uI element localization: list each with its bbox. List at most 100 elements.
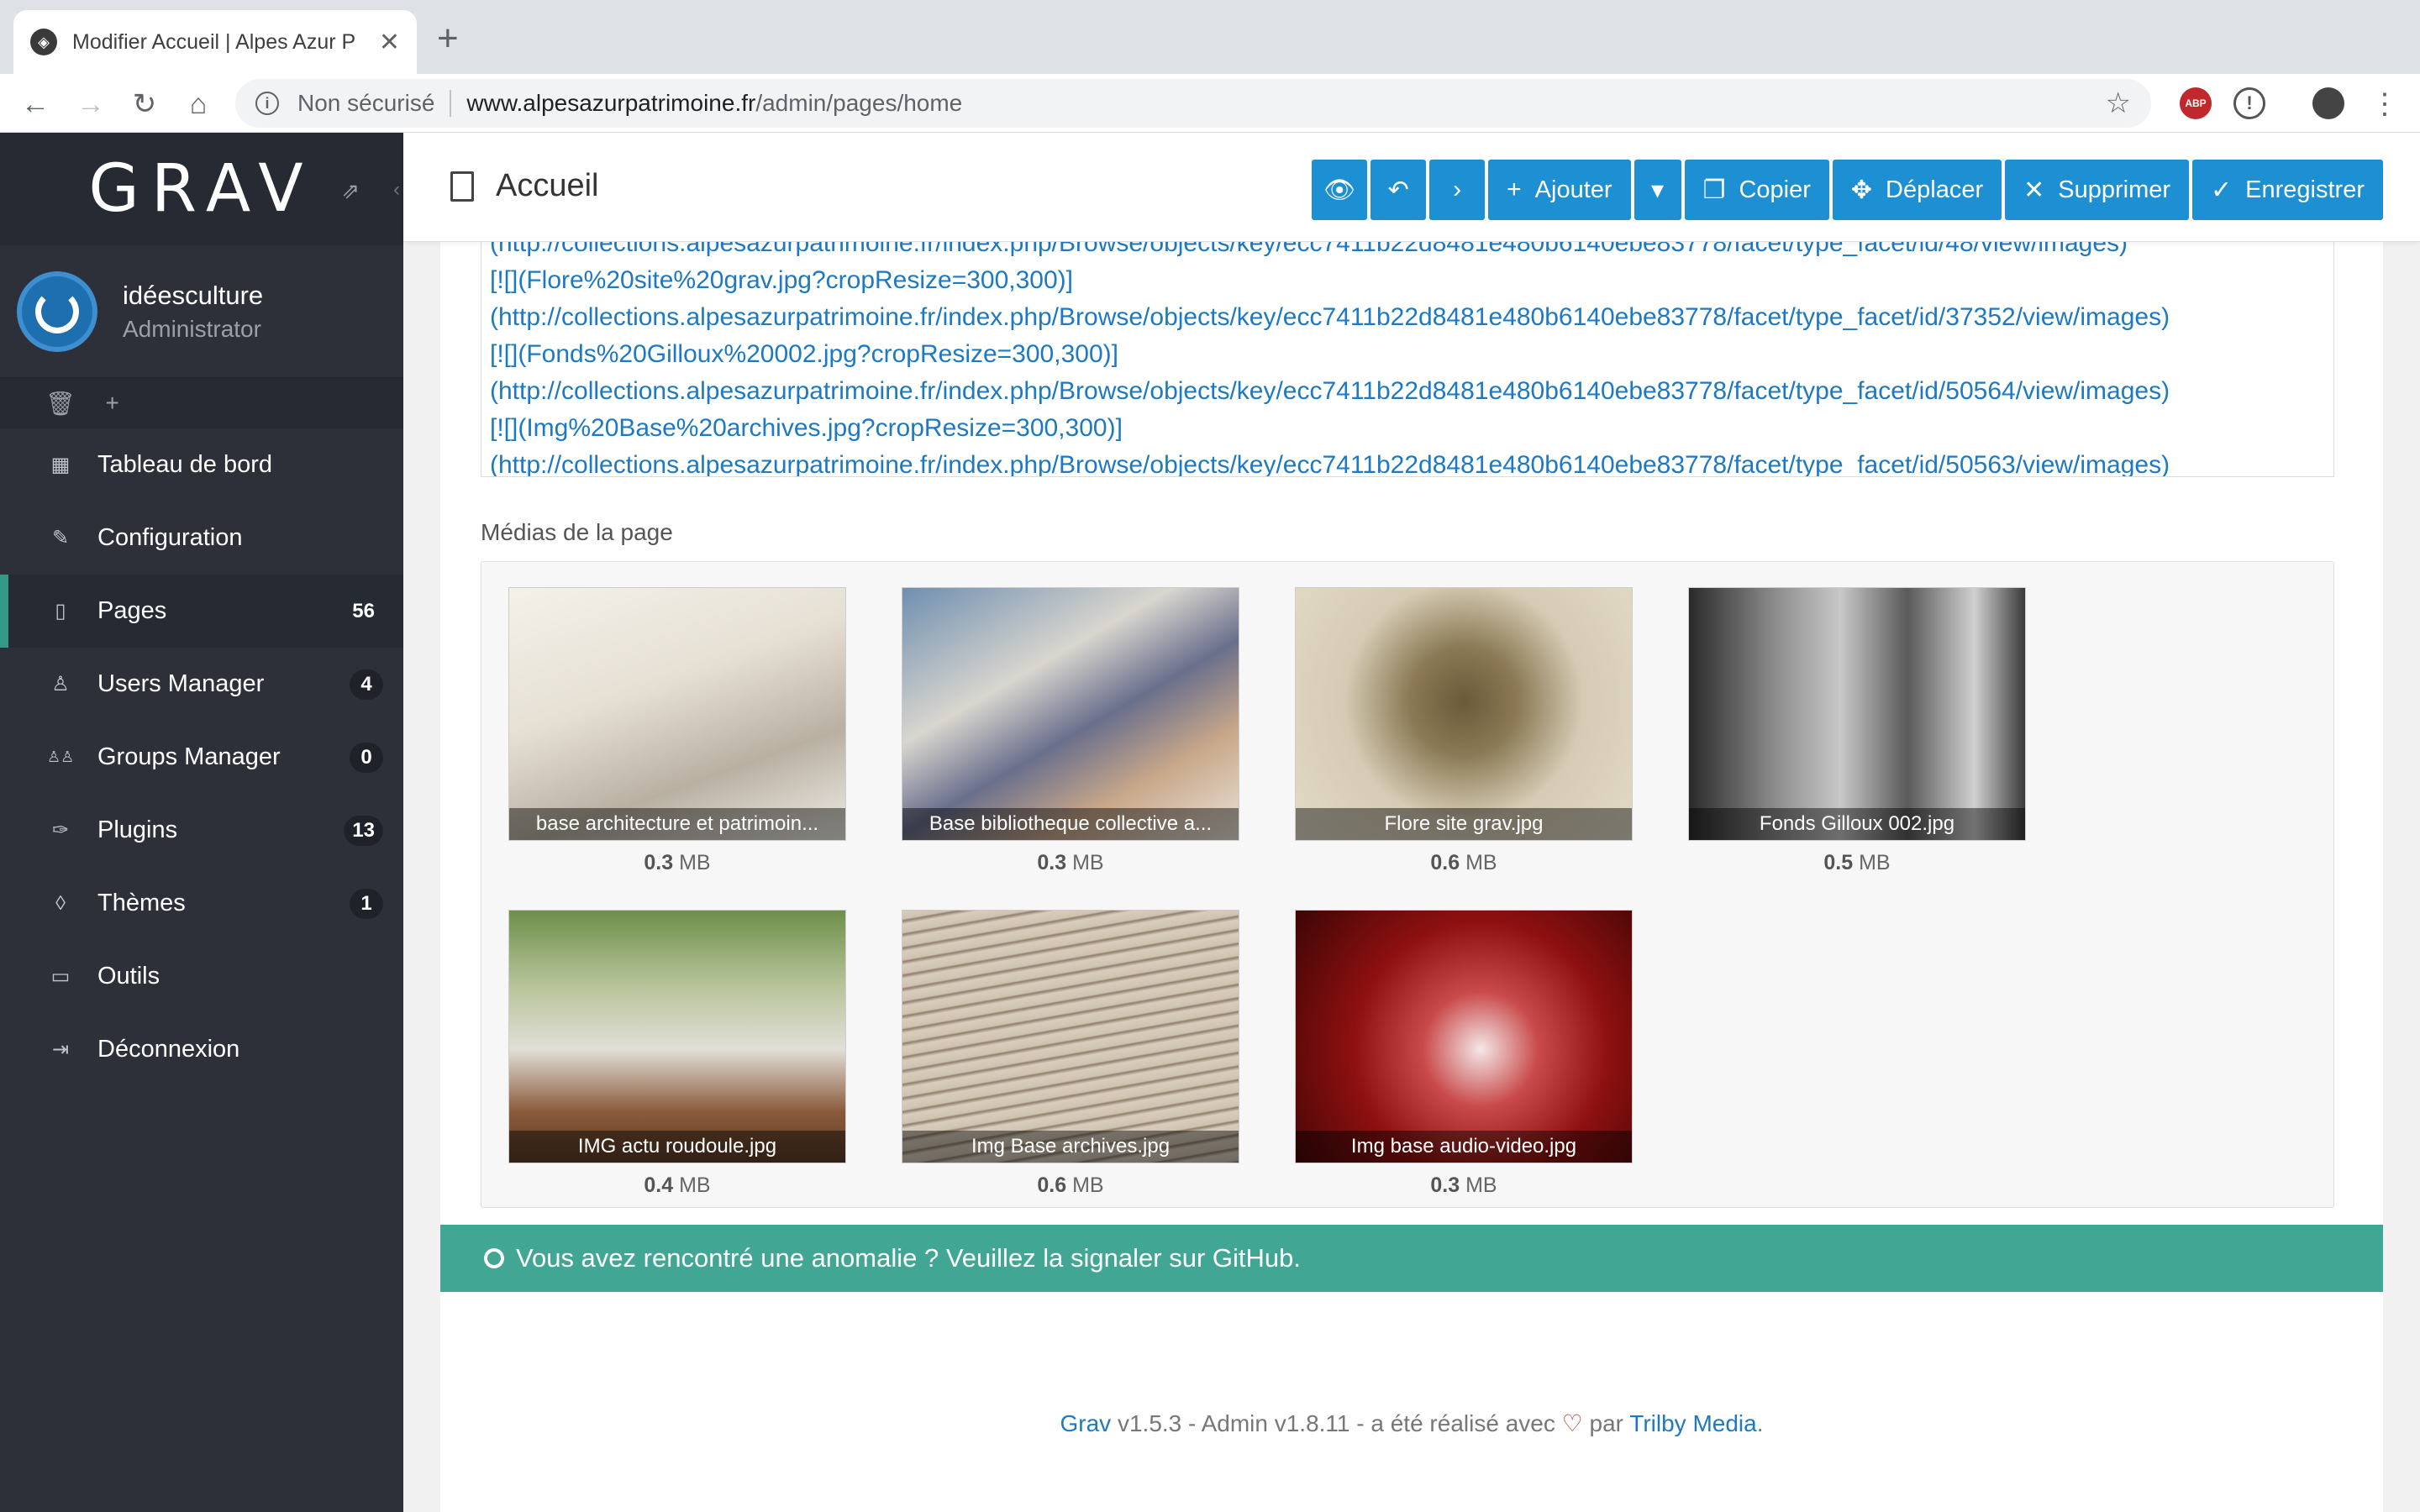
move-button[interactable]: ✥ Déplacer — [1832, 160, 2002, 220]
page-content: (http://collections.alpesazurpatrimoine.… — [440, 242, 2383, 1512]
reload-icon[interactable]: ↻ — [126, 86, 163, 123]
user-panel[interactable]: idéesculture Administrator — [0, 245, 403, 378]
count-badge: 56 — [352, 599, 375, 622]
preview-button[interactable]: 👁 — [1312, 160, 1368, 220]
back-arrow-icon[interactable]: ← — [17, 86, 54, 123]
media-item[interactable]: Fonds Gilloux 002.jpg 0.5 MB — [1688, 587, 2026, 875]
admin-footer: Grav v1.5.3 - Admin v1.8.11 - a été réal… — [403, 1410, 2420, 1437]
sidebar-item-dashboard[interactable]: ▦ Tableau de bord — [0, 428, 403, 501]
media-thumbnail[interactable]: IMG actu roudoule.jpg — [508, 910, 846, 1163]
tint-icon: ◊ — [55, 891, 66, 915]
media-thumbnail[interactable]: Img base audio-video.jpg — [1295, 910, 1633, 1163]
sidebar-item-label: Outils — [97, 963, 160, 990]
sidebar-item-users-manager[interactable]: ♙ Users Manager 4 — [0, 648, 403, 721]
sidebar-item-tools[interactable]: ▭ Outils — [0, 940, 403, 1013]
add-button[interactable]: + Ajouter — [1488, 160, 1631, 220]
media-filename: Flore site grav.jpg — [1296, 808, 1632, 840]
plus-icon[interactable]: + — [106, 390, 119, 417]
sidebar-item-label: Déconnexion — [97, 1036, 240, 1063]
media-item[interactable]: Base bibliotheque collective a... 0.3 MB — [902, 587, 1239, 875]
heart-icon: ♡ — [1561, 1410, 1583, 1436]
url-host: www.alpesazurpatrimoine.fr — [466, 90, 756, 116]
media-thumbnail[interactable]: Base bibliotheque collective a... — [902, 587, 1239, 841]
footer-version-text: v1.5.3 - Admin v1.8.11 - a été réalisé a… — [1111, 1410, 1562, 1436]
grav-logo[interactable]: GRAV — [88, 151, 314, 227]
media-thumbnail[interactable]: Flore site grav.jpg — [1295, 587, 1633, 841]
plug-icon: ✑ — [51, 819, 70, 842]
sidebar-item-label: Groups Manager — [97, 743, 281, 770]
home-icon[interactable]: ⌂ — [180, 86, 217, 123]
browser-toolbar: ← → ↻ ⌂ i Non sécurisé www.alpesazurpatr… — [0, 74, 2420, 133]
sidebar-item-label: Users Manager — [97, 670, 265, 697]
logout-icon: ⇥ — [51, 1038, 70, 1061]
adblock-extension-icon[interactable]: ABP — [2180, 87, 2212, 119]
sidebar-nav: ▦ Tableau de bord ✎ Configuration ▯ Page… — [0, 428, 403, 1086]
next-button[interactable]: › — [1429, 160, 1486, 220]
sidebar-item-pages[interactable]: ▯ Pages 56 — [0, 575, 403, 648]
media-item[interactable]: Img Base archives.jpg 0.6 MB — [902, 910, 1239, 1198]
add-dropdown-button[interactable]: ▾ — [1634, 160, 1681, 220]
sidebar-item-logout[interactable]: ⇥ Déconnexion — [0, 1013, 403, 1086]
media-item[interactable]: IMG actu roudoule.jpg 0.4 MB — [508, 910, 846, 1198]
media-thumbnail[interactable]: Img Base archives.jpg — [902, 910, 1239, 1163]
copy-button[interactable]: ❐ Copier — [1684, 160, 1829, 220]
chevron-right-icon: › — [1453, 176, 1462, 203]
security-label: Non sécurisé — [297, 90, 452, 117]
footer-by-text: par — [1582, 1410, 1630, 1436]
wrench-icon: ✎ — [51, 527, 70, 549]
grid-icon: ▦ — [50, 454, 71, 476]
markdown-editor[interactable]: (http://collections.alpesazurpatrimoine.… — [481, 242, 2334, 477]
bookmark-star-icon[interactable]: ☆ — [2106, 87, 2131, 120]
media-thumbnail[interactable]: Fonds Gilloux 002.jpg — [1688, 587, 2026, 841]
media-size: 0.3 MB — [1037, 851, 1104, 874]
collapse-sidebar-icon[interactable]: ‹ — [393, 178, 400, 202]
media-filename: base architecture et patrimoin... — [509, 808, 845, 840]
address-bar[interactable]: i Non sécurisé www.alpesazurpatrimoine.f… — [235, 79, 2151, 128]
external-link-icon[interactable]: ⇗ — [341, 178, 360, 204]
extension-info-icon[interactable]: ! — [2233, 87, 2265, 119]
editor-line: (http://collections.alpesazurpatrimoine.… — [490, 377, 2170, 405]
media-item[interactable]: base architecture et patrimoin... 0.3 MB — [508, 587, 846, 875]
media-section-label: Médias de la page — [481, 519, 673, 545]
page-title: Accueil — [450, 168, 599, 204]
save-button[interactable]: ✓ Enregistrer — [2192, 160, 2383, 220]
sidebar-item-groups-manager[interactable]: ♙♙ Groups Manager 0 — [0, 721, 403, 794]
alert-text: Vous avez rencontré une anomalie ? Veuil… — [516, 1243, 1301, 1273]
trash-icon[interactable]: 🗑 — [45, 390, 76, 417]
info-icon[interactable]: i — [255, 92, 279, 115]
count-badge: 0 — [350, 742, 383, 773]
sidebar-item-plugins[interactable]: ✑ Plugins 13 — [0, 794, 403, 867]
editor-line: (http://collections.alpesazurpatrimoine.… — [490, 451, 2170, 477]
media-size: 0.6 MB — [1037, 1173, 1104, 1197]
reply-icon: ↶ — [1387, 176, 1409, 204]
new-tab-button[interactable]: + — [437, 20, 459, 57]
logo-bar: GRAV ⇗ ‹ — [0, 133, 403, 245]
sidebar-item-configuration[interactable]: ✎ Configuration — [0, 501, 403, 575]
trilby-media-link[interactable]: Trilby Media — [1629, 1410, 1756, 1436]
browser-tab[interactable]: ◈ Modifier Accueil | Alpes Azur P ✕ — [13, 10, 417, 74]
browser-menu-icon[interactable]: ⋮ — [2366, 86, 2403, 123]
media-size: 0.5 MB — [1823, 851, 1891, 874]
media-thumbnail[interactable]: base architecture et patrimoin... — [508, 587, 846, 841]
toolbox-icon: ▭ — [50, 965, 71, 988]
profile-avatar[interactable] — [2312, 87, 2344, 119]
count-badge: 1 — [350, 888, 383, 919]
delete-button[interactable]: ✕ Supprimer — [2005, 160, 2190, 220]
github-issue-alert[interactable]: Vous avez rencontré une anomalie ? Veuil… — [440, 1225, 2383, 1292]
media-filename: Img Base archives.jpg — [902, 1131, 1239, 1163]
editor-line: [![](Img%20Base%20archives.jpg?cropResiz… — [490, 414, 1123, 442]
url-path: /admin/pages/home — [755, 90, 963, 116]
editor-lines: (http://collections.alpesazurpatrimoine.… — [490, 242, 2333, 477]
media-dropzone[interactable]: base architecture et patrimoin... 0.3 MB… — [481, 561, 2334, 1208]
editor-line: [![](Flore%20site%20grav.jpg?cropResize=… — [490, 266, 1073, 294]
close-tab-icon[interactable]: ✕ — [379, 28, 400, 57]
grav-link[interactable]: Grav — [1060, 1410, 1112, 1436]
file-icon: ▯ — [55, 600, 66, 622]
media-item[interactable]: Flore site grav.jpg 0.6 MB — [1295, 587, 1633, 875]
back-button[interactable]: ↶ — [1370, 160, 1427, 220]
forward-arrow-icon[interactable]: → — [72, 86, 109, 123]
count-badge: 13 — [344, 815, 383, 846]
user-name: idéesculture — [123, 280, 264, 310]
sidebar-item-themes[interactable]: ◊ Thèmes 1 — [0, 867, 403, 940]
media-item[interactable]: Img base audio-video.jpg 0.3 MB — [1295, 910, 1633, 1198]
